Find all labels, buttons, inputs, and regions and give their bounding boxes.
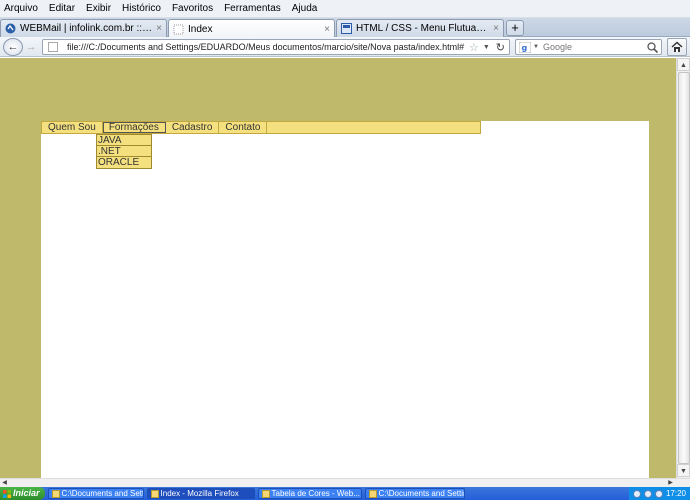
network-icon[interactable] — [643, 489, 652, 498]
menu-arquivo[interactable]: Arquivo — [4, 3, 38, 14]
firefox-icon — [150, 489, 159, 498]
address-bar[interactable]: file:///C:/Documents and Settings/EDUARD… — [42, 39, 510, 55]
site-menu: Quem Sou Formações Cadastro Contato — [41, 121, 481, 134]
vertical-scrollbar[interactable]: ▲ ▼ — [676, 58, 690, 478]
page-icon — [48, 42, 58, 52]
site-menu-item-quem-sou[interactable]: Quem Sou — [42, 122, 103, 133]
submenu-item-java[interactable]: JAVA — [97, 135, 151, 146]
reload-icon[interactable]: ↻ — [496, 41, 505, 54]
clock[interactable]: 17:20 — [666, 489, 686, 498]
system-tray: 17:20 — [628, 487, 690, 500]
page-container: Quem Sou Formações Cadastro Contato JAVA… — [41, 121, 649, 478]
tab-title: HTML / CSS - Menu Flutuante — [356, 23, 490, 34]
tab-index[interactable]: Index × — [168, 19, 335, 38]
taskbar-item-label: C:\Documents and Settin... — [61, 489, 144, 498]
new-tab-button[interactable]: + — [506, 20, 524, 36]
site-menu-item-formacoes[interactable]: Formações — [102, 122, 166, 133]
menu-editar[interactable]: Editar — [49, 3, 75, 14]
tab-strip: WEBMail | infolink.com.br :: Caixa de En… — [0, 18, 690, 38]
bookmark-star-icon[interactable]: ☆ — [469, 41, 479, 54]
search-input[interactable] — [542, 42, 646, 52]
site-menu-item-contato[interactable]: Contato — [219, 122, 268, 133]
search-engine-dropdown-icon[interactable]: ▼ — [533, 44, 539, 50]
volume-icon[interactable] — [654, 489, 663, 498]
menu-ajuda[interactable]: Ajuda — [292, 3, 318, 14]
help-icon[interactable] — [632, 489, 641, 498]
back-arrow-icon: ← — [7, 41, 19, 53]
website-favicon-icon — [341, 23, 352, 34]
site-menu-item-cadastro[interactable]: Cadastro — [166, 122, 220, 133]
history-dropdown-icon[interactable]: ▼ — [483, 44, 490, 51]
folder-icon — [51, 489, 60, 498]
folder-icon — [368, 489, 377, 498]
taskbar-item-label: Index - Mozilla Firefox — [160, 489, 239, 498]
menu-historico[interactable]: Histórico — [122, 3, 161, 14]
taskbar-item-explorer-2[interactable]: C:\Documents and Settin... — [364, 488, 465, 499]
taskbar-item-label: C:\Documents and Settin... — [378, 489, 464, 498]
svg-text:g: g — [522, 43, 528, 52]
scroll-up-arrow-icon[interactable]: ▲ — [677, 58, 690, 71]
tab-webmail[interactable]: WEBMail | infolink.com.br :: Caixa de En… — [0, 19, 167, 37]
url-text[interactable]: file:///C:/Documents and Settings/EDUARD… — [67, 42, 469, 52]
windows-logo-icon — [3, 489, 11, 498]
taskbar-item-firefox[interactable]: Index - Mozilla Firefox — [146, 488, 255, 499]
search-icon[interactable] — [646, 41, 659, 54]
tab-title: WEBMail | infolink.com.br :: Caixa de En… — [20, 23, 153, 34]
taskbar-item-label: Tabela de Cores - Web... — [271, 489, 360, 498]
browser-icon — [261, 489, 270, 498]
formacoes-submenu: JAVA .NET ORACLE — [96, 134, 152, 169]
taskbar-item-explorer-1[interactable]: C:\Documents and Settin... — [47, 488, 144, 499]
submenu-item-oracle[interactable]: ORACLE — [97, 157, 151, 168]
browser-menubar: Arquivo Editar Exibir Histórico Favorito… — [0, 0, 690, 18]
webmail-favicon-icon — [5, 23, 16, 34]
scrollbar-thumb[interactable] — [678, 72, 690, 464]
home-button[interactable] — [667, 38, 687, 56]
close-tab-icon[interactable]: × — [156, 23, 162, 34]
close-tab-icon[interactable]: × — [324, 24, 330, 35]
start-label: Iniciar — [13, 488, 40, 498]
menu-favoritos[interactable]: Favoritos — [172, 3, 213, 14]
horizontal-scrollbar[interactable]: ◀ ▶ — [0, 478, 690, 487]
scroll-left-arrow-icon[interactable]: ◀ — [0, 479, 9, 487]
scroll-right-arrow-icon[interactable]: ▶ — [666, 479, 675, 487]
scroll-down-arrow-icon[interactable]: ▼ — [677, 464, 690, 477]
home-icon — [671, 41, 683, 52]
tab-title: Index — [188, 23, 213, 35]
navigation-toolbar: ← → file:///C:/Documents and Settings/ED… — [0, 37, 690, 57]
back-button[interactable]: ← — [3, 38, 23, 56]
forward-button[interactable]: → — [24, 40, 38, 54]
close-tab-icon[interactable]: × — [493, 23, 499, 34]
menu-exibir[interactable]: Exibir — [86, 3, 111, 14]
taskbar: Iniciar C:\Documents and Settin... Index… — [0, 487, 690, 500]
search-box[interactable]: g ▼ — [515, 39, 662, 55]
taskbar-item-tabela[interactable]: Tabela de Cores - Web... — [257, 488, 362, 499]
start-button[interactable]: Iniciar — [0, 487, 45, 500]
tab-html-css[interactable]: HTML / CSS - Menu Flutuante × — [336, 19, 504, 37]
forward-arrow-icon: → — [25, 41, 37, 53]
blank-page-icon — [173, 24, 184, 34]
google-icon[interactable]: g — [519, 41, 531, 53]
submenu-item-net[interactable]: .NET — [97, 146, 151, 157]
menu-ferramentas[interactable]: Ferramentas — [224, 3, 281, 14]
page-viewport: Quem Sou Formações Cadastro Contato JAVA… — [0, 58, 690, 478]
